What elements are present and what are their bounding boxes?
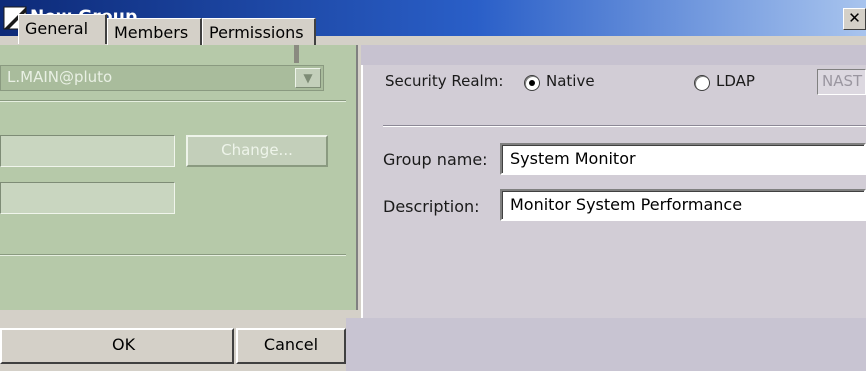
panel-separator [294,45,299,63]
bottom-bar [346,318,866,371]
radio-ldap-label[interactable]: LDAP [716,72,755,90]
description-field[interactable]: Monitor System Performance [500,189,866,221]
close-icon: ✕ [848,9,861,27]
radio-native[interactable] [524,75,540,91]
description-label: Description: [383,197,480,216]
left-divider [0,100,346,102]
change-button[interactable]: Change... [186,135,328,167]
security-realm-label: Security Realm: [385,72,504,90]
chevron-down-icon[interactable]: ▼ [295,68,321,88]
tab-permissions[interactable]: Permissions [202,18,316,45]
right-panel-header-strip [361,45,866,65]
right-divider [383,125,866,127]
realm-combo-value: L.MAIN@pluto [7,68,113,86]
close-button[interactable]: ✕ [843,8,866,30]
left-field-1[interactable] [0,135,175,167]
realm-combo[interactable]: L.MAIN@pluto ▼ [0,65,324,91]
radio-icon [529,80,535,86]
group-name-label: Group name: [383,150,488,169]
tab-members[interactable]: Members [107,18,202,45]
tab-general[interactable]: General [18,14,107,44]
ok-button[interactable]: OK [0,328,234,364]
group-name-field[interactable]: System Monitor [500,143,866,175]
ldap-server-field[interactable]: NAST [817,69,866,95]
bottom-edge [0,371,866,377]
left-field-2[interactable] [0,182,175,214]
left-divider-bottom [0,254,346,256]
radio-ldap[interactable] [694,75,710,91]
cancel-button[interactable]: Cancel [236,328,346,364]
radio-native-label[interactable]: Native [546,72,595,90]
